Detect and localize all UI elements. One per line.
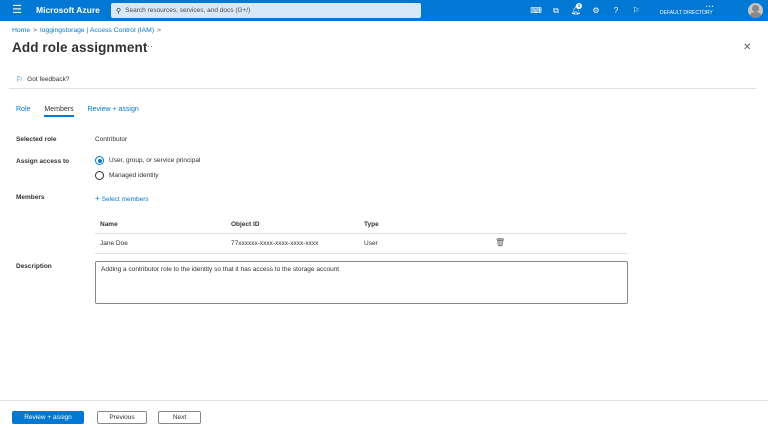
avatar-body-shape — [749, 12, 762, 18]
chevron-right-icon: > — [157, 27, 162, 34]
breadcrumb-resource[interactable]: loggingstorage | Access Control (IAM) — [40, 27, 154, 34]
feedback-icon[interactable]: ⚐ — [626, 0, 646, 21]
footer-divider — [0, 400, 768, 401]
feedback-person-icon: ⚐ — [16, 75, 24, 84]
account-menu[interactable]: • • • DEFAULT DIRECTORY — [660, 4, 713, 17]
radio-selected-icon — [95, 156, 104, 165]
notification-badge: 1 — [576, 3, 582, 9]
top-icons: ⌨ ⧉ 🔔︎ 1 ⚙ ? ⚐ — [526, 0, 646, 21]
close-icon[interactable]: ✕ — [743, 42, 751, 53]
select-members-link[interactable]: + Select members — [95, 194, 149, 203]
brand-title[interactable]: Microsoft Azure — [36, 0, 100, 21]
search-icon: ⚲ — [116, 7, 122, 15]
member-type: User — [364, 240, 378, 247]
feedback-label: Got feedback? — [27, 76, 70, 83]
selected-role-label: Selected role — [16, 136, 57, 143]
review-assign-button[interactable]: Review + assign — [12, 411, 84, 424]
table-divider — [95, 233, 627, 234]
tab-bar: Role Members Review + assign — [16, 106, 153, 117]
column-header-type: Type — [364, 221, 379, 228]
radio-user-group-sp[interactable]: User, group, or service principal — [95, 156, 200, 165]
tab-review-assign[interactable]: Review + assign — [88, 106, 139, 117]
radio-label: User, group, or service principal — [109, 157, 201, 164]
feedback-link[interactable]: ⚐ Got feedback? — [16, 75, 69, 84]
settings-gear-icon[interactable]: ⚙ — [586, 0, 606, 21]
page-title: Add role assignment — [12, 40, 148, 55]
search-input[interactable]: ⚲ Search resources, services, and docs (… — [111, 3, 421, 18]
assign-access-label: Assign access to — [16, 158, 70, 165]
description-label: Description — [16, 263, 52, 270]
radio-label: Managed identity — [109, 172, 159, 179]
divider — [9, 88, 756, 89]
column-header-name: Name — [100, 221, 118, 228]
directory-name: DEFAULT DIRECTORY — [660, 10, 713, 16]
description-textarea[interactable]: Adding a contributor role to the identit… — [95, 261, 628, 304]
more-options-icon[interactable]: ··· — [144, 41, 153, 51]
table-divider — [95, 253, 627, 254]
members-label: Members — [16, 194, 45, 201]
delete-member-icon[interactable]: 🗑︎ — [495, 238, 505, 247]
radio-unselected-icon — [95, 171, 104, 180]
directory-filter-icon[interactable]: ⧉ — [546, 0, 566, 21]
previous-button[interactable]: Previous — [97, 411, 147, 424]
help-icon[interactable]: ? — [606, 0, 626, 21]
selected-role-value: Contributor — [95, 136, 128, 143]
cloud-shell-icon[interactable]: ⌨ — [526, 0, 546, 21]
menu-icon[interactable]: ☰ — [8, 0, 26, 21]
tab-members[interactable]: Members — [44, 106, 74, 117]
tab-role[interactable]: Role — [16, 106, 30, 117]
member-name: Jane Doe — [100, 240, 128, 247]
notifications-icon[interactable]: 🔔︎ 1 — [566, 0, 586, 21]
member-object-id: 77xxxxxx-xxxx-xxxx-xxxx-xxxx — [231, 240, 319, 247]
avatar[interactable] — [748, 3, 763, 18]
avatar-head-shape — [752, 5, 759, 12]
select-members-label: Select members — [101, 196, 149, 203]
next-button[interactable]: Next — [158, 411, 201, 424]
breadcrumb-home[interactable]: Home — [12, 27, 30, 34]
plus-icon: + — [95, 194, 100, 203]
radio-managed-identity[interactable]: Managed identity — [95, 171, 159, 180]
chevron-right-icon: > — [33, 27, 38, 34]
breadcrumb: Home > loggingstorage | Access Control (IA… — [12, 27, 164, 34]
column-header-object-id: Object ID — [231, 221, 260, 228]
search-placeholder: Search resources, services, and docs (G+… — [125, 7, 251, 14]
